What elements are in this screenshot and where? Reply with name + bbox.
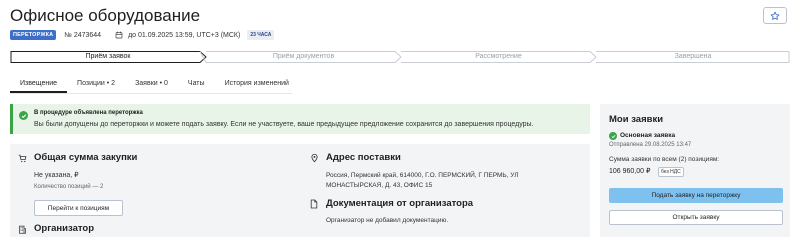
- check-circle-icon: [609, 132, 617, 140]
- procedure-number: № 2473644: [64, 31, 102, 39]
- procedure-stepper: Приём заявок Приём документов Рассмотрен…: [10, 50, 790, 64]
- vat-badge: без НДС: [658, 167, 684, 177]
- document-icon: [310, 199, 318, 209]
- bid-sum-value: 106 960,00 ₽: [609, 168, 651, 175]
- docs-text: Организатор не добавил документацию.: [326, 217, 449, 224]
- bid-sum-label: Сумма заявки по всем (2) позициям:: [609, 156, 720, 163]
- building-icon: [18, 225, 27, 234]
- tab-bids[interactable]: Заявки • 0: [125, 77, 178, 93]
- step-4: Завершена: [674, 53, 712, 60]
- procedure-meta: ПЕРЕТОРЖКА № 2473644 до 01.09.2025 13:59…: [10, 29, 275, 41]
- step-2: Приём документов: [272, 53, 335, 60]
- delivery-address-line1: Россия, Пермский край, 614000, Г.О. ПЕРМ…: [326, 172, 519, 179]
- deadline-text: до 01.09.2025 13:59, UTC+3 (МСК): [128, 31, 241, 39]
- tab-chats[interactable]: Чаты: [178, 77, 215, 93]
- favorite-button[interactable]: [763, 7, 787, 24]
- my-bids-title: Мои заявки: [609, 114, 664, 125]
- step-3: Рассмотрение: [475, 53, 522, 60]
- goto-positions-button[interactable]: Перейти к позициям: [34, 200, 123, 216]
- cart-icon: [18, 154, 27, 163]
- star-icon: [770, 11, 780, 20]
- location-icon: [310, 153, 319, 163]
- bid-sent-time: Отправлена 29.08.2025 13:47: [609, 142, 692, 148]
- purchase-amount: Не указана, ₽: [34, 172, 79, 179]
- tab-bar: Извещение Позиции • 2 Заявки • 0 Чаты Ис…: [10, 77, 299, 93]
- purchase-total-title: Общая сумма закупки: [34, 152, 138, 163]
- organizer-title: Организатор: [34, 223, 95, 234]
- notice-title: В процедуре объявлена переторжка: [34, 110, 143, 116]
- procedure-details-panel: Общая сумма закупки Не указана, ₽ Количе…: [10, 144, 590, 237]
- my-bids-panel: Мои заявки Основная заявка Отправлена 29…: [600, 104, 790, 237]
- time-left-badge: 23 ЧАСА: [247, 30, 275, 40]
- tab-positions[interactable]: Позиции • 2: [67, 77, 125, 93]
- tab-notice[interactable]: Извещение: [10, 77, 68, 93]
- tabs-divider: [10, 93, 292, 94]
- status-badge: ПЕРЕТОРЖКА: [10, 30, 57, 40]
- retrading-notice: В процедуре объявлена переторжка Вы были…: [10, 104, 590, 134]
- step-1: Приём заявок: [85, 53, 131, 60]
- submit-retrading-bid-button[interactable]: Подать заявку на переторжку: [609, 188, 783, 203]
- tab-history[interactable]: История изменений: [215, 77, 299, 93]
- delivery-address-title: Адрес поставки: [326, 152, 401, 163]
- positions-count: Количество позиций — 2: [34, 184, 104, 190]
- main-bid-label: Основная заявка: [620, 132, 676, 139]
- page-title: Офисное оборудование: [10, 6, 201, 25]
- docs-title: Документация от организатора: [326, 198, 474, 209]
- calendar-icon: [115, 31, 123, 39]
- notice-text: Вы были допущены до переторжки и можете …: [34, 121, 534, 128]
- open-bid-button[interactable]: Открыть заявку: [609, 210, 783, 225]
- delivery-address-line2: МОНАСТЫРСКАЯ, Д. 43, ОФИС 15: [326, 182, 433, 189]
- check-circle-icon: [19, 111, 28, 120]
